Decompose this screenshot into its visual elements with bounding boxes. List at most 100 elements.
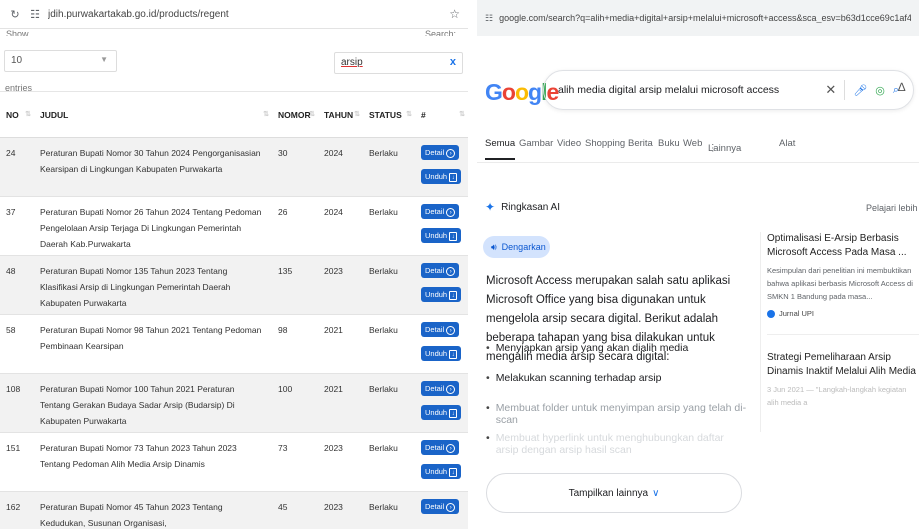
site-info-icon[interactable]: ☷: [485, 13, 493, 24]
table-row: 48 Peraturan Bupati Nomor 135 Tahun 2023…: [0, 255, 468, 315]
source-card[interactable]: Optimalisasi E-Arsip Berbasis Microsoft …: [761, 232, 919, 318]
source-card[interactable]: Strategi Pemeliharaan Arsip Dinamis Inak…: [761, 351, 919, 409]
cell-judul: Peraturan Bupati Nomor 45 Tahun 2023 Ten…: [34, 491, 272, 529]
list-item: Melakukan scanning terhadap arsip: [486, 372, 748, 402]
list-item: Menyiapkan arsip yang akan dialih media: [486, 342, 748, 372]
download-icon: ↓: [449, 290, 458, 300]
right-address-bar[interactable]: ☷ google.com/search?q=alih+media+digital…: [477, 0, 919, 36]
speaker-icon: 🔊︎: [491, 241, 497, 252]
cell-nomor: 135: [272, 255, 318, 315]
cell-no: 151: [0, 432, 34, 492]
cell-nomor: 98: [272, 314, 318, 374]
cell-status: Berlaku: [363, 137, 415, 197]
column-header-judul[interactable]: JUDUL ⇅: [34, 91, 272, 138]
divider: [844, 80, 846, 100]
lens-icon[interactable]: ◎: [875, 84, 885, 97]
listen-button[interactable]: 🔊︎ Dengarkan: [483, 236, 550, 258]
column-header-no[interactable]: NO ⇅: [0, 91, 34, 138]
detail-button[interactable]: Detail ›: [421, 440, 460, 455]
left-address-bar[interactable]: ↻ ☷ jdih.purwakartakab.go.id/products/re…: [0, 0, 468, 29]
labs-icon[interactable]: ∆: [898, 80, 905, 94]
tab-video[interactable]: Video: [557, 138, 581, 149]
tab-buku[interactable]: Buku: [658, 138, 680, 149]
cell-no: 24: [0, 137, 34, 197]
google-search-input[interactable]: alih media digital arsip melalui microso…: [543, 70, 914, 110]
show-more-button[interactable]: Tampilkan lainnya ∨: [486, 473, 742, 513]
sort-icon: ⇅: [406, 111, 412, 118]
cell-status: Berlaku: [363, 255, 415, 315]
tab-alat[interactable]: Alat: [779, 138, 795, 149]
tab-web[interactable]: Web: [683, 138, 702, 149]
sparkle-icon: ✦: [485, 200, 496, 214]
cell-judul: Peraturan Bupati Nomor 73 Tahun 2023 Tah…: [34, 432, 272, 492]
show-label: Show: [6, 29, 29, 36]
column-header-tahun[interactable]: TAHUN ⇅: [318, 91, 363, 138]
divider: [767, 334, 919, 335]
cell-no: 58: [0, 314, 34, 374]
cell-no: 37: [0, 196, 34, 256]
unduh-button[interactable]: Unduh ↓: [421, 405, 462, 420]
source-title[interactable]: Optimalisasi E-Arsip Berbasis Microsoft …: [767, 232, 919, 260]
unduh-button[interactable]: Unduh ↓: [421, 228, 462, 243]
reload-icon[interactable]: ↻: [8, 7, 22, 21]
cell-status: Berlaku: [363, 314, 415, 374]
list-item: Membuat folder untuk menyimpan arsip yan…: [486, 402, 748, 432]
column-header-status[interactable]: STATUS ⇅: [363, 91, 415, 138]
bookmark-star-icon[interactable]: ☆: [449, 7, 460, 21]
cell-judul: Peraturan Bupati Nomor 26 Tahun 2024 Ten…: [34, 196, 272, 256]
download-icon: ↓: [449, 408, 458, 418]
unduh-button[interactable]: Unduh ↓: [421, 287, 462, 302]
sort-icon: ⇅: [309, 111, 315, 118]
page-length-select[interactable]: 10 ▼: [4, 50, 117, 72]
download-icon: ↓: [449, 172, 458, 182]
cell-actions: Detail ›: [415, 491, 468, 529]
table-row: 108 Peraturan Bupati Nomor 100 Tahun 202…: [0, 373, 468, 433]
sort-icon: ⇅: [354, 111, 360, 118]
cell-tahun: 2021: [318, 373, 363, 433]
clear-search-icon[interactable]: x: [450, 56, 456, 68]
unduh-button[interactable]: Unduh ↓: [421, 464, 462, 479]
tab-berita[interactable]: Berita: [628, 138, 653, 149]
jdih-browser-panel: ↻ ☷ jdih.purwakartakab.go.id/products/re…: [0, 0, 468, 529]
tab-shopping[interactable]: Shopping: [585, 138, 625, 149]
detail-button[interactable]: Detail ›: [421, 145, 460, 160]
ai-overview-title: Ringkasan AI: [501, 201, 560, 213]
cell-status: Berlaku: [363, 373, 415, 433]
column-header-actions[interactable]: # ⇅: [415, 91, 468, 138]
cell-judul: Peraturan Bupati Nomor 135 Tahun 2023 Te…: [34, 255, 272, 315]
arrow-right-icon: ›: [446, 266, 456, 276]
unduh-button[interactable]: Unduh ↓: [421, 169, 462, 184]
download-icon: ↓: [449, 467, 458, 477]
source-title[interactable]: Strategi Pemeliharaan Arsip Dinamis Inak…: [767, 351, 919, 379]
mic-icon[interactable]: 🎤︎: [853, 84, 867, 97]
table-search-input[interactable]: arsip x: [334, 52, 463, 74]
cell-nomor: 73: [272, 432, 318, 492]
source-cards: Optimalisasi E-Arsip Berbasis Microsoft …: [760, 232, 919, 432]
cell-actions: Detail › Unduh ↓: [415, 137, 468, 197]
detail-button[interactable]: Detail ›: [421, 381, 460, 396]
unduh-button[interactable]: Unduh ↓: [421, 346, 462, 361]
ai-overview-header: ✦ Ringkasan AI: [485, 200, 560, 214]
detail-button[interactable]: Detail ›: [421, 499, 460, 514]
cell-tahun: 2023: [318, 255, 363, 315]
tab-semua[interactable]: Semua: [485, 138, 516, 160]
right-url-text[interactable]: google.com/search?q=alih+media+digital+a…: [499, 13, 911, 23]
ai-steps-list: Menyiapkan arsip yang akan dialih media …: [486, 342, 748, 462]
site-info-icon[interactable]: ☷: [28, 7, 42, 21]
cell-actions: Detail › Unduh ↓: [415, 196, 468, 256]
page-length-value: 10: [11, 55, 23, 66]
detail-button[interactable]: Detail ›: [421, 263, 460, 278]
column-header-nomor[interactable]: NOMOR ⇅: [272, 91, 318, 138]
tab-gambar[interactable]: Gambar: [519, 138, 553, 149]
detail-button[interactable]: Detail ›: [421, 322, 460, 337]
clear-query-icon[interactable]: ✕: [825, 82, 836, 98]
cell-status: Berlaku: [363, 491, 415, 529]
search-tabs: Semua Gambar Video Shopping Berita Buku …: [477, 133, 919, 163]
cell-nomor: 30: [272, 137, 318, 197]
cell-actions: Detail › Unduh ↓: [415, 255, 468, 315]
left-url-text[interactable]: jdih.purwakartakab.go.id/products/regent: [48, 9, 449, 20]
download-icon: ↓: [449, 349, 458, 359]
detail-button[interactable]: Detail ›: [421, 204, 460, 219]
table-row: 24 Peraturan Bupati Nomor 30 Tahun 2024 …: [0, 137, 468, 197]
learn-more-link[interactable]: Pelajari lebih lanjut: [866, 203, 919, 213]
